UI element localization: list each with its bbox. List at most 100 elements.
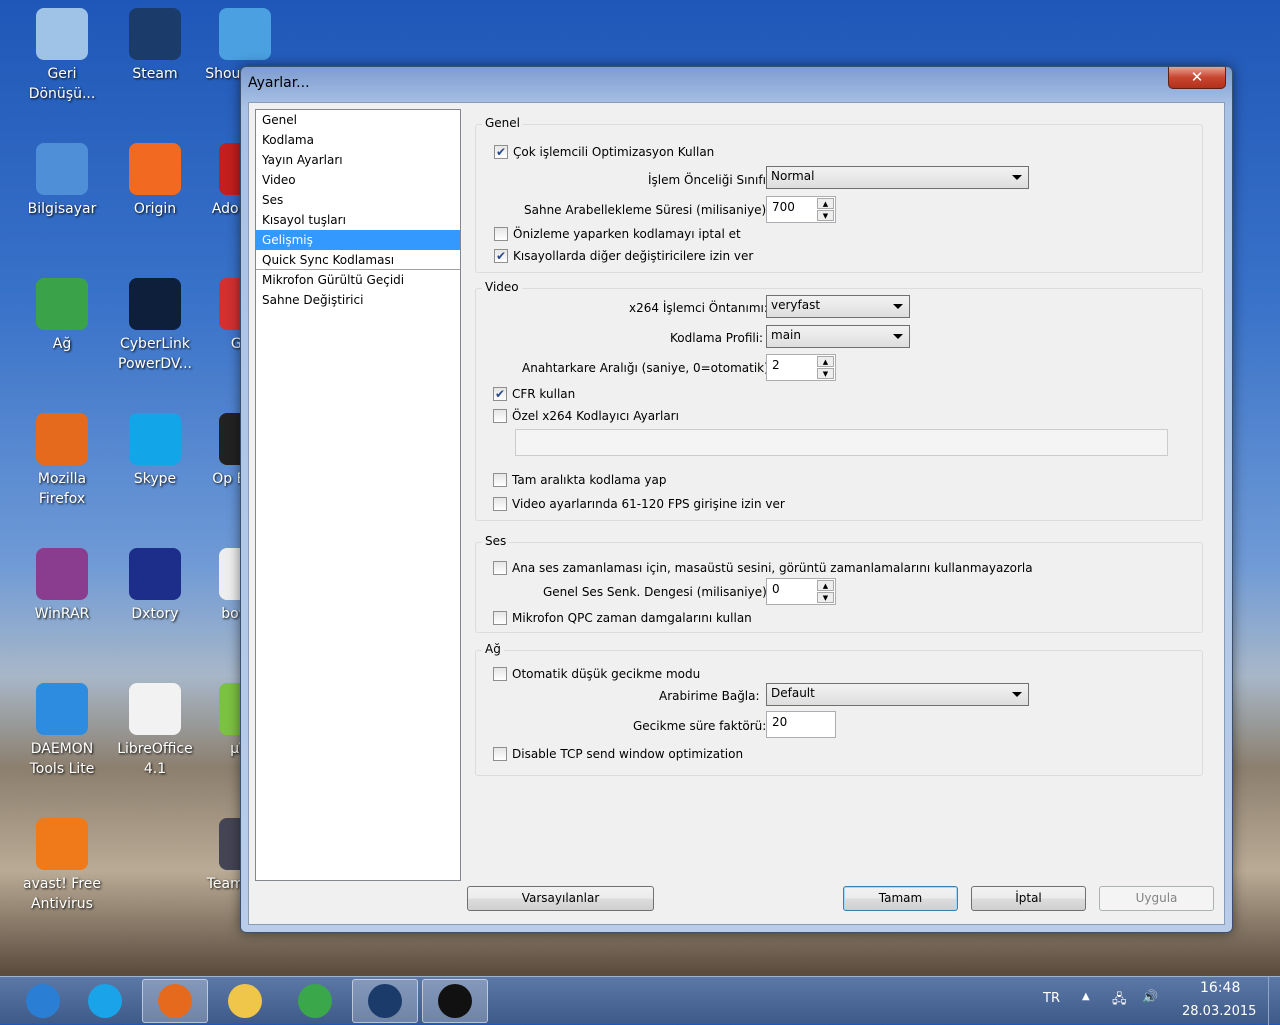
nav-item[interactable]: Sahne Değiştirici — [256, 290, 460, 310]
priority-select[interactable]: Normal — [766, 166, 1029, 189]
language-indicator[interactable]: TR — [1043, 991, 1060, 1006]
desktop-icon[interactable]: DAEMON Tools Lite — [17, 683, 107, 779]
sync-stepper[interactable]: 0 ▲ ▼ — [766, 578, 836, 605]
show-desktop-button[interactable] — [1268, 977, 1280, 1025]
desktop-icon[interactable]: Ağ — [17, 278, 107, 354]
buffer-stepper[interactable]: 700 ▲ ▼ — [766, 196, 836, 223]
desktop-icon[interactable]: Mozilla Firefox — [17, 413, 107, 509]
nav-item[interactable]: Yayın Ayarları — [256, 150, 460, 170]
start-icon — [26, 984, 60, 1018]
taskbar-chrome-button[interactable] — [282, 979, 348, 1023]
tcp-checkbox[interactable] — [493, 747, 507, 761]
desktop-icon[interactable]: LibreOffice 4.1 — [110, 683, 200, 779]
chevron-down-icon — [1012, 175, 1022, 180]
network-icon[interactable]: 🖧 — [1112, 990, 1127, 1012]
preset-select[interactable]: veryfast — [766, 295, 910, 318]
desktop-icon-label: WinRAR — [34, 606, 90, 622]
low-latency-checkbox[interactable] — [493, 667, 507, 681]
volume-icon[interactable]: 🔊 — [1142, 990, 1158, 1005]
show-hidden-icons[interactable]: ▲ — [1082, 991, 1090, 1002]
desktop-icon[interactable]: CyberLink PowerDV... — [110, 278, 200, 374]
bind-select[interactable]: Default — [766, 683, 1029, 706]
taskbar-obs-button[interactable] — [422, 979, 488, 1023]
spin-up-icon[interactable]: ▲ — [817, 198, 834, 209]
desktop-icon[interactable]: Steam — [110, 8, 200, 84]
profile-select[interactable]: main — [766, 325, 910, 348]
cfr-checkbox[interactable]: ✔ — [493, 387, 507, 401]
clock-date[interactable]: 28.03.2015 — [1182, 1004, 1256, 1019]
nav-item[interactable]: Kısayol tuşları — [256, 210, 460, 230]
desktop-icon-label: avast! Free Antivirus — [23, 876, 101, 912]
desktop-icon[interactable]: Skype — [110, 413, 200, 489]
preset-value: veryfast — [771, 298, 821, 312]
mic-qpc-checkbox[interactable] — [493, 611, 507, 625]
keyframe-stepper[interactable]: 2 ▲ ▼ — [766, 354, 836, 381]
apply-button[interactable]: Uygula — [1099, 886, 1214, 911]
bind-value: Default — [771, 686, 815, 700]
preview-disable-label: Önizleme yaparken kodlamayı iptal et — [513, 227, 741, 241]
spin-down-icon[interactable]: ▼ — [817, 368, 834, 379]
desktop-icon-label: Mozilla Firefox — [37, 471, 87, 507]
custom-x264-checkbox[interactable] — [493, 409, 507, 423]
nav-item[interactable]: Ses — [256, 190, 460, 210]
group-title: Ağ — [482, 642, 504, 656]
group-title: Genel — [482, 116, 524, 130]
close-button[interactable]: ✕ — [1168, 67, 1226, 89]
desktop-icon[interactable]: avast! Free Antivirus — [17, 818, 107, 914]
spin-down-icon[interactable]: ▼ — [817, 592, 834, 603]
desktop-icon-label: Bilgisayar — [27, 201, 97, 217]
desktop-icon[interactable]: Geri Dönüşü... — [17, 8, 107, 104]
nav-item[interactable]: Quick Sync Kodlaması — [256, 250, 460, 270]
desktop-icon[interactable]: Dxtory — [110, 548, 200, 624]
keyframe-value: 2 — [772, 358, 780, 372]
buffer-value: 700 — [772, 200, 795, 214]
multicore-label: Çok işlemcili Optimizasyon Kullan — [513, 145, 715, 159]
full-range-checkbox[interactable] — [493, 473, 507, 487]
chevron-down-icon — [893, 304, 903, 309]
desktop-icon[interactable]: Bilgisayar — [17, 143, 107, 219]
defaults-button[interactable]: Varsayılanlar — [467, 886, 654, 911]
spin-up-icon[interactable]: ▲ — [817, 356, 834, 367]
hotkeys-modifiers-checkbox[interactable]: ✔ — [494, 249, 508, 263]
nav-item[interactable]: Mikrofon Gürültü Geçidi — [256, 270, 460, 290]
custom-x264-label: Özel x264 Kodlayıcı Ayarları — [512, 409, 679, 423]
desktop-icon-label: CyberLink PowerDV... — [118, 336, 192, 372]
custom-x264-input[interactable] — [515, 429, 1168, 456]
cfr-label: CFR kullan — [512, 387, 576, 401]
low-latency-label: Otomatik düşük gecikme modu — [512, 667, 701, 681]
fps-120-label: Video ayarlarında 61-120 FPS girişine iz… — [512, 497, 785, 511]
desktop-icon[interactable]: WinRAR — [17, 548, 107, 624]
desktop-icon-label: Ağ — [52, 336, 72, 352]
nav-item[interactable]: Video — [256, 170, 460, 190]
app-icon — [36, 818, 88, 870]
taskbar-start-button[interactable] — [10, 979, 76, 1023]
settings-nav-list[interactable]: Genel Kodlama Yayın Ayarları Video Ses Kısayo… — [255, 109, 461, 881]
multicore-checkbox[interactable]: ✔ — [494, 145, 508, 159]
taskbar-steam-button[interactable] — [352, 979, 418, 1023]
dialog-client: Genel Kodlama Yayın Ayarları Video Ses Kısayo… — [248, 102, 1225, 925]
latency-label: Gecikme süre faktörü: — [633, 719, 767, 733]
nav-item[interactable]: Gelişmiş — [256, 230, 460, 250]
app-icon — [36, 278, 88, 330]
preview-disable-checkbox[interactable] — [494, 227, 508, 241]
taskbar-firefox-button[interactable] — [142, 979, 208, 1023]
latency-input[interactable]: 20 — [766, 711, 836, 738]
spin-down-icon[interactable]: ▼ — [817, 210, 834, 221]
spin-up-icon[interactable]: ▲ — [817, 580, 834, 591]
app-icon — [129, 278, 181, 330]
ok-button[interactable]: Tamam — [843, 886, 958, 911]
desktop-timing-checkbox[interactable] — [493, 561, 507, 575]
cancel-button[interactable]: İptal — [971, 886, 1086, 911]
buffer-label: Sahne Arabellekleme Süresi (milisaniye): — [524, 203, 771, 217]
desktop-icon[interactable]: Origin — [110, 143, 200, 219]
preset-label: x264 İşlemci Öntanımı: — [629, 301, 768, 315]
taskbar-internet-explorer-button[interactable] — [72, 979, 138, 1023]
firefox-icon — [158, 984, 192, 1018]
taskbar-explorer-button[interactable] — [212, 979, 278, 1023]
nav-item[interactable]: Kodlama — [256, 130, 460, 150]
profile-label: Kodlama Profili: — [670, 331, 764, 345]
fps-120-checkbox[interactable] — [493, 497, 507, 511]
clock-time[interactable]: 16:48 — [1200, 980, 1240, 996]
nav-item[interactable]: Genel — [256, 110, 460, 130]
hotkeys-modifiers-label: Kısayollarda diğer değiştiricilere izin … — [513, 249, 754, 263]
